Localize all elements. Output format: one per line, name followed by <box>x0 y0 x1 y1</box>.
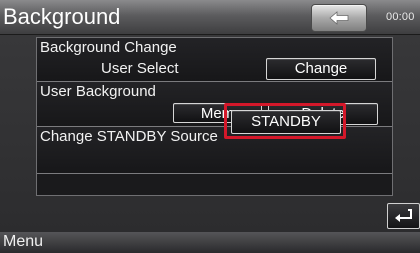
background-change-label: Background Change <box>40 39 177 56</box>
change-button[interactable]: Change <box>266 58 376 80</box>
page-title: Background <box>3 4 121 29</box>
clock: 00:00 <box>386 11 415 23</box>
background-change-value: User Select <box>101 60 179 77</box>
menu-button[interactable]: Menu <box>3 233 43 251</box>
user-background-label: User Background <box>40 83 156 100</box>
standby-source-label: Change STANDBY Source <box>40 128 218 145</box>
back-button[interactable] <box>311 4 367 32</box>
background-change-row: Background Change User Select Change <box>37 38 392 82</box>
screen: Background 00:00 Background Change User … <box>0 0 420 253</box>
standby-button[interactable]: STANDBY <box>231 110 341 134</box>
bottom-bar <box>0 232 420 253</box>
return-button[interactable] <box>387 203 420 229</box>
back-arrow-icon <box>329 11 349 25</box>
title-bar: Background 00:00 <box>0 0 420 35</box>
return-icon <box>395 209 412 222</box>
standby-highlight: STANDBY <box>224 103 346 139</box>
